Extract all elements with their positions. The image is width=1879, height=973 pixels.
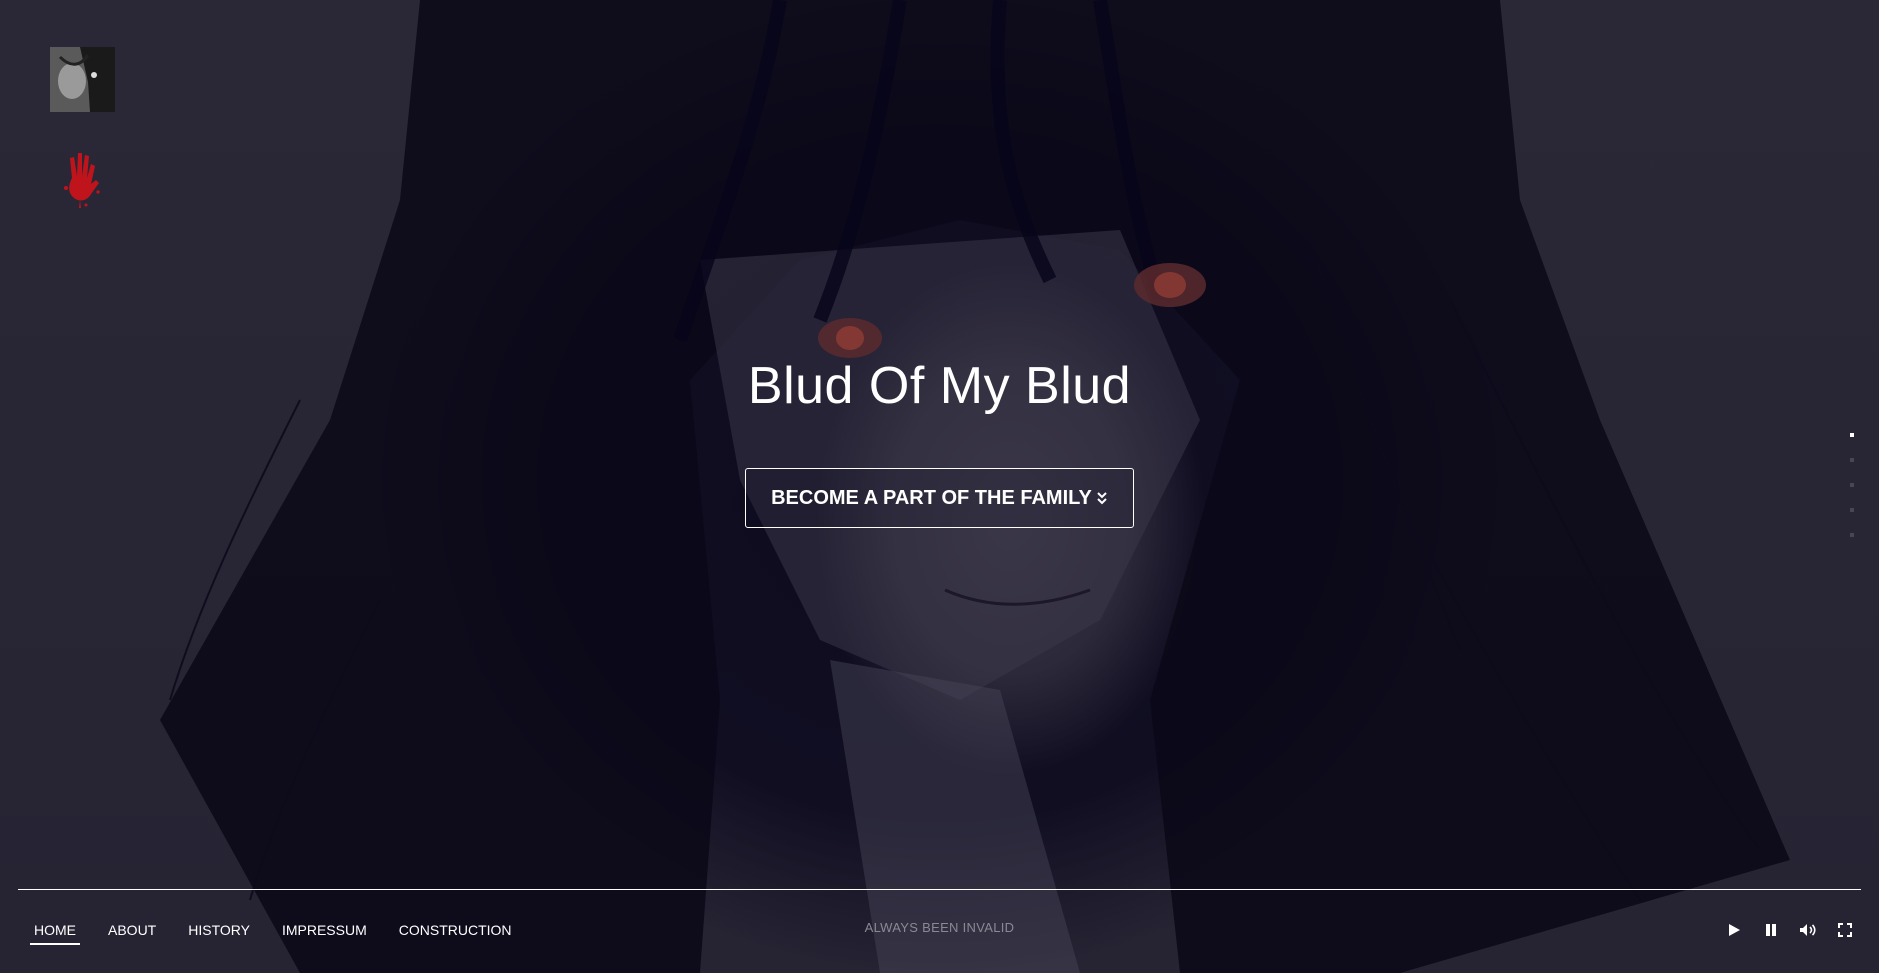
section-dot-5[interactable] xyxy=(1850,533,1854,537)
volume-icon[interactable] xyxy=(1789,920,1826,940)
avatar-thumbnail[interactable] xyxy=(50,47,115,112)
pause-icon[interactable] xyxy=(1752,920,1789,940)
chevron-double-down-icon xyxy=(1096,490,1108,506)
footer-divider xyxy=(18,889,1861,890)
bloody-hand-icon[interactable] xyxy=(58,148,106,208)
join-family-button[interactable]: BECOME A PART OF THE FAMILY xyxy=(745,468,1134,528)
media-controls xyxy=(1715,920,1863,940)
section-dot-2[interactable] xyxy=(1850,458,1854,462)
play-icon[interactable] xyxy=(1715,920,1752,940)
section-dot-1[interactable] xyxy=(1850,433,1854,437)
footer-tagline: ALWAYS BEEN INVALID xyxy=(864,920,1015,935)
cta-label: BECOME A PART OF THE FAMILY xyxy=(771,486,1092,509)
fullscreen-icon[interactable] xyxy=(1826,920,1863,940)
page-title: Blud Of My Blud xyxy=(747,357,1132,415)
section-dot-4[interactable] xyxy=(1850,508,1854,512)
section-dot-3[interactable] xyxy=(1850,483,1854,487)
section-dots xyxy=(1850,433,1858,558)
